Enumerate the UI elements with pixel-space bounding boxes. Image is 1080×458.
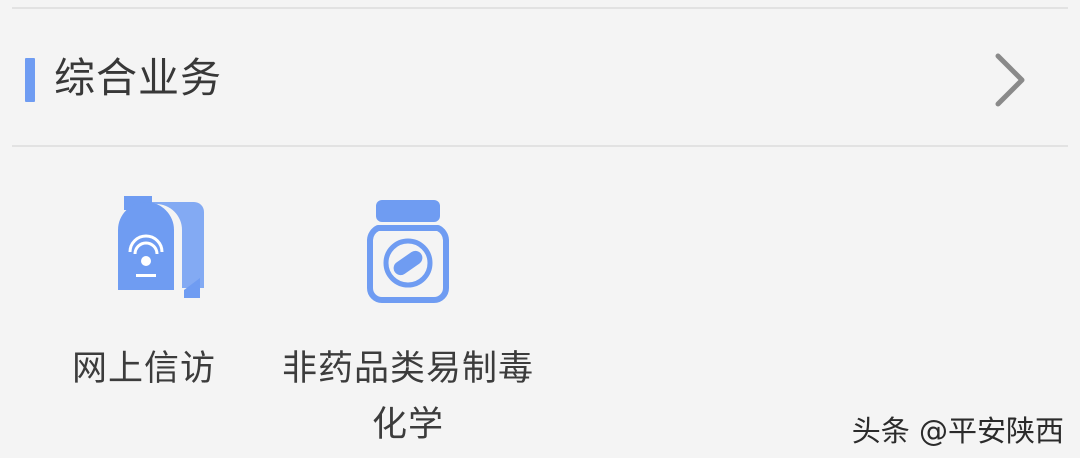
grid-item-online-petition[interactable]: 网上信访 [54,190,234,397]
section-title: 综合业务 [54,54,222,102]
top-divider [12,7,1068,9]
grid-item-precursor-chemicals[interactable]: 非药品类易制毒化学 [272,190,544,453]
item-label-online-petition: 网上信访 [71,349,216,389]
section-divider [12,145,1068,147]
accent-bar [25,58,35,102]
chevron-right-icon[interactable] [988,50,1032,110]
mailbox-icon [118,196,204,298]
medicine-jar-icon [367,200,449,303]
section-header[interactable]: 综合业务 [0,10,1080,145]
watermark: 头条 @平安陕西 [851,414,1064,448]
item-label-precursor-chemicals: 非药品类易制毒化学 [281,349,534,445]
